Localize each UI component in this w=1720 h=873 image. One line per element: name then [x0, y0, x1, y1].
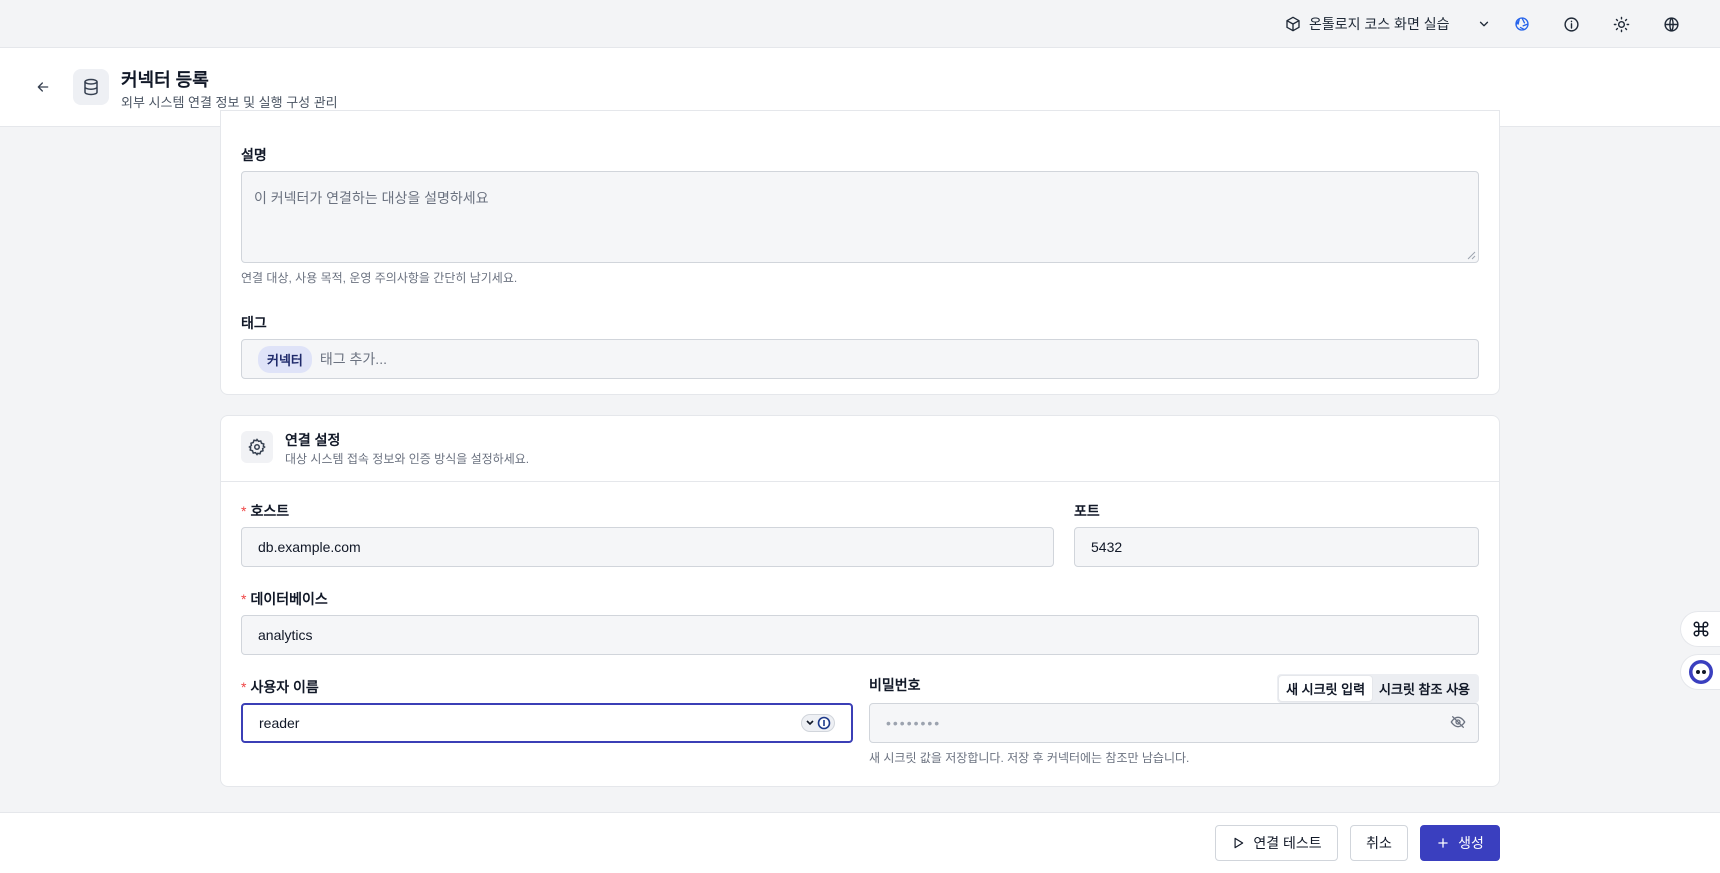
required-mark: * — [241, 503, 247, 519]
new-secret-tab[interactable]: 새 시크릿 입력 — [1279, 676, 1373, 701]
project-selector[interactable]: 온톨로지 코스 화면 실습 — [1285, 12, 1491, 36]
tag-chip[interactable]: 커넥터 — [258, 345, 312, 373]
sun-icon[interactable] — [1610, 13, 1632, 35]
required-mark: * — [241, 591, 247, 607]
footer-action-bar: 연결 테스트 취소 생성 — [0, 812, 1720, 873]
description-label: 설명 — [241, 147, 267, 163]
test-connection-label: 연결 테스트 — [1253, 835, 1322, 851]
back-button[interactable] — [31, 75, 55, 99]
assistant-bot-icon — [1688, 660, 1713, 684]
cube-icon — [1285, 16, 1301, 32]
play-icon — [1234, 837, 1244, 849]
test-connection-button[interactable]: 연결 테스트 — [1215, 825, 1338, 861]
username-value: reader — [259, 715, 300, 731]
password-help: 새 시크릿 값을 저장합니다. 저장 후 커넥터에는 참조만 남습니다. — [869, 751, 1190, 765]
chevron-down-icon — [1477, 17, 1491, 31]
general-info-card: 설명 이 커넥터가 연결하는 대상을 설명하세요 연결 대상, 사용 목적, 운… — [220, 110, 1500, 395]
host-label: * 호스트 — [241, 503, 290, 519]
password-label: 비밀번호 — [869, 677, 921, 693]
port-input[interactable]: 5432 — [1074, 527, 1479, 567]
host-input[interactable]: db.example.com — [241, 527, 1054, 567]
username-label: * 사용자 이름 — [241, 679, 319, 695]
cancel-button[interactable]: 취소 — [1350, 825, 1408, 861]
page-subtitle: 외부 시스템 연결 정보 및 실행 구성 관리 — [121, 95, 338, 110]
gear-icon — [241, 431, 273, 463]
resize-handle-icon[interactable] — [1466, 250, 1476, 260]
required-mark: * — [241, 679, 247, 695]
secret-mode-toggle: 새 시크릿 입력 시크릿 참조 사용 — [1277, 674, 1479, 703]
tags-label: 태그 — [241, 315, 267, 331]
username-input[interactable]: reader — [241, 703, 853, 743]
section-divider — [221, 481, 1499, 482]
description-textarea[interactable]: 이 커넥터가 연결하는 대상을 설명하세요 — [241, 171, 1479, 263]
password-input[interactable]: •••••••• — [869, 703, 1479, 743]
arrow-left-icon — [37, 82, 49, 92]
plus-icon — [1438, 838, 1448, 848]
create-button[interactable]: 생성 — [1420, 825, 1500, 861]
password-manager-icon[interactable] — [801, 714, 835, 732]
database-icon — [73, 69, 109, 105]
host-value: db.example.com — [258, 539, 361, 555]
page-title: 커넥터 등록 — [121, 70, 209, 90]
shortcuts-button[interactable] — [1680, 611, 1720, 647]
globe-icon[interactable] — [1660, 13, 1682, 35]
secret-reference-tab[interactable]: 시크릿 참조 사용 — [1372, 676, 1477, 701]
database-value: analytics — [258, 627, 313, 643]
create-label: 생성 — [1458, 835, 1484, 851]
info-icon[interactable] — [1560, 13, 1582, 35]
description-help: 연결 대상, 사용 목적, 운영 주의사항을 간단히 남기세요. — [241, 271, 518, 285]
database-label: * 데이터베이스 — [241, 591, 328, 607]
command-icon — [1693, 621, 1708, 637]
assistant-button[interactable] — [1680, 654, 1720, 690]
eye-off-icon[interactable] — [1450, 714, 1466, 730]
section-subtitle: 대상 시스템 접속 정보와 인증 방식을 설정하세요. — [285, 452, 530, 466]
tags-input[interactable]: 커넥터 태그 추가... — [241, 339, 1479, 379]
description-placeholder: 이 커넥터가 연결하는 대상을 설명하세요 — [254, 190, 489, 206]
aperture-icon[interactable] — [1511, 13, 1533, 35]
top-bar: 온톨로지 코스 화면 실습 — [0, 0, 1720, 48]
password-placeholder: •••••••• — [886, 715, 942, 731]
connection-settings-card: 연결 설정 대상 시스템 접속 정보와 인증 방식을 설정하세요. * 호스트 d… — [220, 415, 1500, 787]
cancel-label: 취소 — [1366, 835, 1392, 851]
tags-placeholder: 태그 추가... — [319, 351, 387, 367]
project-name: 온톨로지 코스 화면 실습 — [1309, 16, 1450, 32]
section-title: 연결 설정 — [285, 432, 341, 448]
port-value: 5432 — [1091, 539, 1123, 555]
database-input[interactable]: analytics — [241, 615, 1479, 655]
port-label: 포트 — [1074, 503, 1100, 519]
